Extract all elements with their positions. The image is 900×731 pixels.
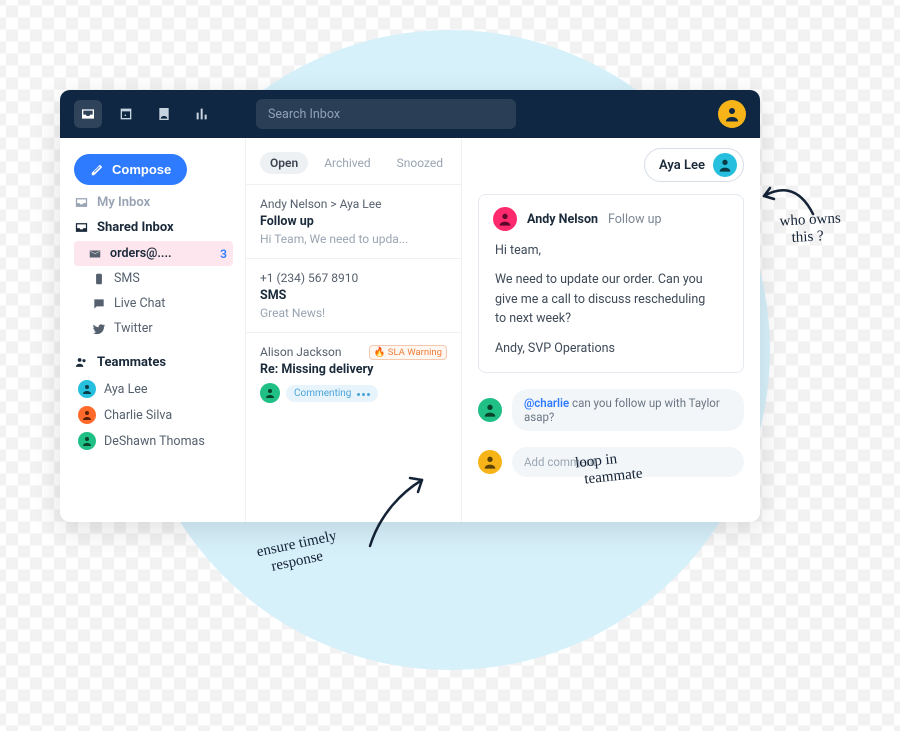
sidebar: Compose My Inbox Shared Inbox orders@...… xyxy=(60,138,246,522)
nav-analytics-icon[interactable] xyxy=(188,100,216,128)
message-list: Open Archived Snoozed Andy Nelson > Aya … xyxy=(246,138,462,522)
message-item[interactable]: 🔥 SLA Warning Alison Jackson Re: Missing… xyxy=(246,332,461,415)
owner-avatar xyxy=(713,153,737,177)
comment-bubble: @charlie can you follow up with Taylor a… xyxy=(512,389,744,431)
phone-icon xyxy=(92,272,106,286)
compose-label: Compose xyxy=(112,162,171,177)
email-card: Andy Nelson Follow up Hi team, We need t… xyxy=(478,194,744,373)
teammate-aya[interactable]: Aya Lee xyxy=(74,376,233,402)
teammate-deshawn[interactable]: DeShawn Thomas xyxy=(74,428,233,454)
mention: @charlie xyxy=(524,396,569,410)
nav-inbox-icon[interactable] xyxy=(74,100,102,128)
sender-name: Andy Nelson xyxy=(527,212,598,227)
owner-pill[interactable]: Aya Lee xyxy=(644,148,744,182)
teammates-heading: Teammates xyxy=(74,355,233,370)
tab-open[interactable]: Open xyxy=(260,152,308,174)
sidebar-item-twitter[interactable]: Twitter xyxy=(74,316,233,341)
teammate-charlie[interactable]: Charlie Silva xyxy=(74,402,233,428)
annotation-loop: loop in teammate xyxy=(574,449,643,490)
avatar xyxy=(78,380,96,398)
annotation-arrow xyxy=(362,474,432,554)
tab-snoozed[interactable]: Snoozed xyxy=(387,152,453,174)
commenter-avatar xyxy=(478,398,502,422)
current-user-avatar[interactable] xyxy=(718,100,746,128)
comment-row: @charlie can you follow up with Taylor a… xyxy=(478,389,744,431)
twitter-icon xyxy=(92,322,106,336)
annotation-who-owns: who owns this ? xyxy=(779,210,842,248)
sidebar-item-sms[interactable]: SMS xyxy=(74,266,233,291)
current-user-avatar-small xyxy=(478,450,502,474)
envelope-icon xyxy=(88,247,102,261)
nav-calendar-icon[interactable] xyxy=(112,100,140,128)
commenting-badge: Commenting xyxy=(286,385,378,402)
compose-button[interactable]: Compose xyxy=(74,154,187,185)
avatar xyxy=(260,383,280,403)
compose-icon xyxy=(90,163,104,177)
tab-archived[interactable]: Archived xyxy=(314,152,380,174)
topbar: Search Inbox xyxy=(60,90,760,138)
search-input[interactable]: Search Inbox xyxy=(256,99,516,129)
inbox-tabs: Open Archived Snoozed xyxy=(246,138,461,184)
sidebar-item-orders[interactable]: orders@.... 3 xyxy=(74,241,233,266)
inbox-icon xyxy=(74,195,89,210)
avatar xyxy=(78,432,96,450)
unread-count: 3 xyxy=(220,247,227,261)
team-icon xyxy=(74,355,89,370)
message-item[interactable]: +1 (234) 567 8910 SMS Great News! xyxy=(246,258,461,332)
sidebar-item-livechat[interactable]: Live Chat xyxy=(74,291,233,316)
nav-contacts-icon[interactable] xyxy=(150,100,178,128)
search-placeholder: Search Inbox xyxy=(268,107,340,122)
app-window: Search Inbox Compose My Inbox Shared Inb… xyxy=(60,90,760,522)
email-subject: Follow up xyxy=(608,212,662,227)
chat-icon xyxy=(92,297,106,311)
email-body: Hi team, We need to update our order. Ca… xyxy=(493,241,729,358)
shared-inbox-heading[interactable]: Shared Inbox xyxy=(74,220,233,235)
inbox-icon xyxy=(74,220,89,235)
sla-warning-badge: 🔥 SLA Warning xyxy=(369,345,447,360)
my-inbox-heading[interactable]: My Inbox xyxy=(74,195,233,210)
sender-avatar xyxy=(493,207,517,231)
message-item[interactable]: Andy Nelson > Aya Lee Follow up Hi Team,… xyxy=(246,184,461,258)
avatar xyxy=(78,406,96,424)
